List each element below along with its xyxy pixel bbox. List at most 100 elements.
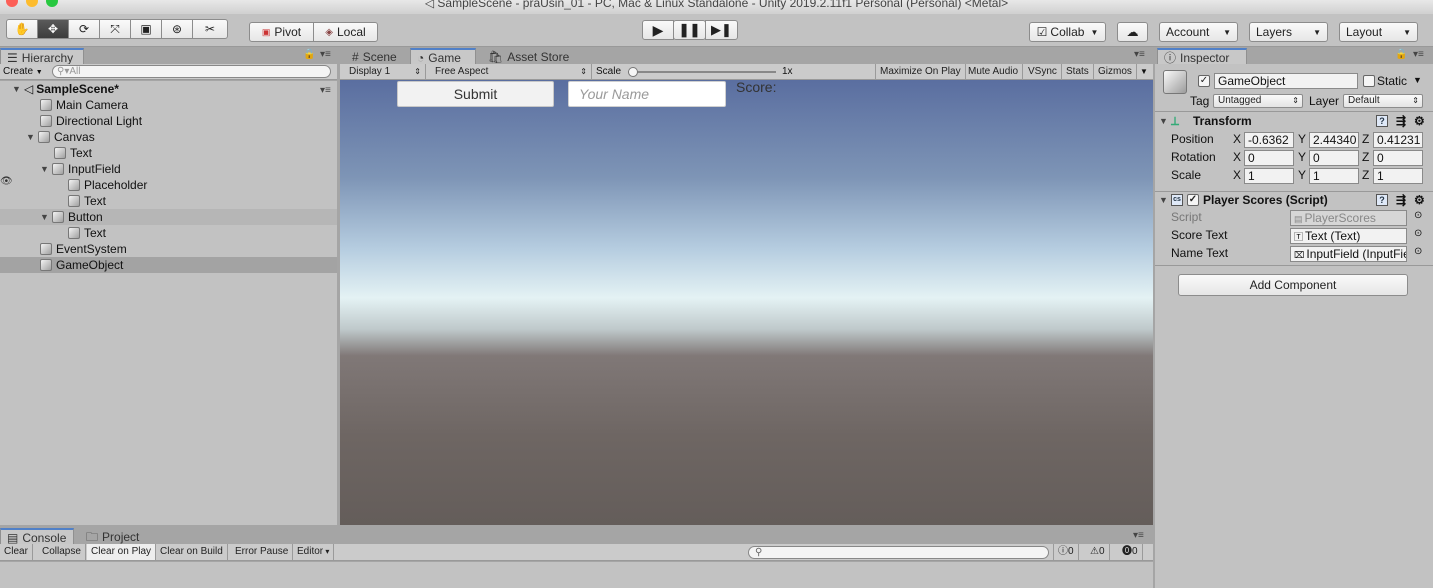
object-reference-field[interactable]: ⌧ InputField (InputFie — [1290, 246, 1407, 262]
hierarchy-item[interactable]: Main Camera — [0, 97, 337, 113]
console-button-error-pause[interactable]: Error Pause — [231, 544, 294, 560]
play-button[interactable]: ▶ — [642, 20, 674, 40]
expand-triangle-icon[interactable]: ▼ — [26, 129, 38, 145]
layers-dropdown[interactable]: Layers ▼ — [1249, 22, 1328, 42]
zoom-window-button[interactable] — [46, 0, 58, 7]
rotate-tool-button[interactable]: ⟳ — [68, 19, 100, 39]
expand-triangle-icon[interactable]: ▼ — [40, 209, 52, 225]
scale-slider[interactable] — [628, 67, 776, 77]
tab-hierarchy[interactable]: ☰ Hierarchy — [0, 48, 84, 65]
hierarchy-item[interactable]: GameObject — [0, 257, 337, 273]
game-viewport[interactable]: Submit Your Name Score: — [340, 80, 1153, 525]
hierarchy-item[interactable]: ▼ InputField — [0, 161, 337, 177]
transform-x-field[interactable]: 1 — [1244, 168, 1294, 184]
panel-menu-icon[interactable]: ▾≡ — [1133, 530, 1144, 541]
lock-icon[interactable]: 🔒 — [1395, 49, 1407, 60]
panel-menu-icon[interactable]: ▾≡ — [320, 49, 331, 60]
hierarchy-item[interactable]: ▼ Canvas — [0, 129, 337, 145]
console-button-clear-on-build[interactable]: Clear on Build — [156, 544, 228, 560]
expand-triangle-icon[interactable]: ▼ — [12, 81, 24, 97]
console-search-input[interactable]: ⚲ — [748, 546, 1049, 559]
transform-y-field[interactable]: 0 — [1309, 150, 1359, 166]
transform-header[interactable]: ▼ ⟂ Transform ? ⇶ ⚙ — [1159, 113, 1429, 129]
hierarchy-item[interactable]: ▼ Button — [0, 209, 337, 225]
tab-scene[interactable]: # Scene — [346, 48, 403, 65]
scale-tool-button[interactable]: ⤧ — [99, 19, 131, 39]
local-toggle[interactable]: ◈ Local — [313, 22, 378, 42]
gizmos-dropdown[interactable]: Gizmos — [1094, 64, 1137, 80]
lock-icon[interactable]: 🔒 — [303, 49, 315, 60]
tag-dropdown[interactable]: Untagged ⇕ — [1213, 94, 1303, 108]
help-icon[interactable]: ? — [1376, 115, 1388, 127]
transform-z-field[interactable]: 1 — [1373, 168, 1423, 184]
preset-icon[interactable]: ⇶ — [1396, 192, 1406, 208]
stats-toggle[interactable]: Stats — [1062, 64, 1094, 80]
object-picker-icon[interactable]: ⊙ — [1414, 210, 1422, 221]
preset-icon[interactable]: ⇶ — [1396, 113, 1406, 129]
expand-triangle-icon[interactable]: ▼ — [1159, 113, 1171, 129]
pause-button[interactable]: ❚❚ — [673, 20, 706, 40]
tab-game[interactable]: ◔ Game — [410, 48, 476, 65]
maximize-on-play-toggle[interactable]: Maximize On Play — [875, 64, 966, 80]
transform-z-field[interactable]: 0 — [1373, 150, 1423, 166]
error-count-toggle[interactable]: ⓿0 — [1118, 544, 1143, 560]
transform-x-field[interactable]: 0 — [1244, 150, 1294, 166]
expand-triangle-icon[interactable]: ▼ — [1159, 192, 1171, 208]
tab-project[interactable]: 🗀 Project — [80, 528, 145, 545]
account-dropdown[interactable]: Account ▼ — [1159, 22, 1238, 42]
transform-x-field[interactable]: -0.6362 — [1244, 132, 1294, 148]
minimize-window-button[interactable] — [26, 0, 38, 7]
chevron-down-icon[interactable]: ▼ — [1140, 64, 1148, 80]
visibility-eye-icon[interactable]: 👁 — [0, 174, 13, 190]
player-scores-header[interactable]: ▼ cs ✓ Player Scores (Script) ? ⇶ ⚙ — [1159, 192, 1429, 208]
tab-console[interactable]: ▤ Console — [0, 528, 74, 545]
console-button-clear-on-play[interactable]: Clear on Play — [87, 544, 157, 560]
tab-inspector[interactable]: ⓘ Inspector — [1157, 48, 1247, 65]
panel-menu-icon[interactable]: ▾≡ — [1413, 49, 1424, 60]
layout-dropdown[interactable]: Layout ▼ — [1339, 22, 1418, 42]
log-count-toggle[interactable]: ⓘ0 — [1053, 544, 1079, 560]
transform-z-field[interactable]: 0.41231 — [1373, 132, 1423, 148]
hierarchy-item[interactable]: Text — [0, 193, 337, 209]
pivot-toggle[interactable]: ▣ Pivot — [249, 22, 314, 42]
hierarchy-item[interactable]: EventSystem — [0, 241, 337, 257]
console-button-clear[interactable]: Clear — [0, 544, 33, 560]
hierarchy-item[interactable]: Placeholder — [0, 177, 337, 193]
console-button-editor[interactable]: Editor ▾ — [293, 544, 335, 560]
object-name-field[interactable]: GameObject — [1214, 73, 1358, 89]
aspect-dropdown[interactable]: Free Aspect ⇕ — [431, 64, 592, 80]
step-button[interactable]: ▶❚ — [705, 20, 738, 40]
chevron-down-icon[interactable]: ▼ — [1413, 75, 1422, 85]
scale-slider-handle[interactable] — [628, 67, 638, 77]
name-input[interactable]: Your Name — [568, 81, 726, 107]
rect-tool-button[interactable]: ▣ — [130, 19, 162, 39]
console-log-area[interactable] — [0, 562, 1153, 588]
hierarchy-search-input[interactable]: ⚲▾All — [52, 65, 331, 78]
transform-tool-button[interactable]: ⊛ — [161, 19, 193, 39]
help-icon[interactable]: ? — [1376, 194, 1388, 206]
custom-tool-button[interactable]: ✂ — [192, 19, 228, 39]
gear-icon[interactable]: ⚙ — [1414, 113, 1425, 129]
component-enabled-checkbox[interactable]: ✓ — [1187, 194, 1199, 206]
object-reference-field[interactable]: 🅃 Text (Text) — [1290, 228, 1407, 244]
transform-y-field[interactable]: 2.44340 — [1309, 132, 1359, 148]
mute-audio-toggle[interactable]: Mute Audio — [964, 64, 1024, 80]
close-window-button[interactable] — [6, 0, 18, 7]
create-dropdown[interactable]: Create ▼ — [3, 65, 43, 78]
scene-row[interactable]: ▼ ◁ SampleScene* ▾≡ — [0, 81, 337, 97]
submit-button[interactable]: Submit — [397, 81, 554, 107]
move-tool-button[interactable]: ✥ — [37, 19, 69, 39]
console-button-collapse[interactable]: Collapse — [38, 544, 86, 560]
panel-menu-icon[interactable]: ▾≡ — [1134, 49, 1145, 60]
expand-triangle-icon[interactable]: ▼ — [40, 161, 52, 177]
tab-asset-store[interactable]: 🛍 Asset Store — [482, 48, 575, 65]
hand-tool-button[interactable]: ✋ — [6, 19, 38, 39]
hierarchy-item[interactable]: Text — [0, 145, 337, 161]
layer-dropdown[interactable]: Default ⇕ — [1343, 94, 1423, 108]
static-checkbox[interactable] — [1363, 75, 1375, 87]
display-dropdown[interactable]: Display 1 ⇕ — [345, 64, 426, 80]
active-checkbox[interactable]: ✓ — [1198, 75, 1210, 87]
transform-y-field[interactable]: 1 — [1309, 168, 1359, 184]
cloud-button[interactable]: ☁ — [1117, 22, 1148, 42]
object-picker-icon[interactable]: ⊙ — [1414, 228, 1422, 239]
